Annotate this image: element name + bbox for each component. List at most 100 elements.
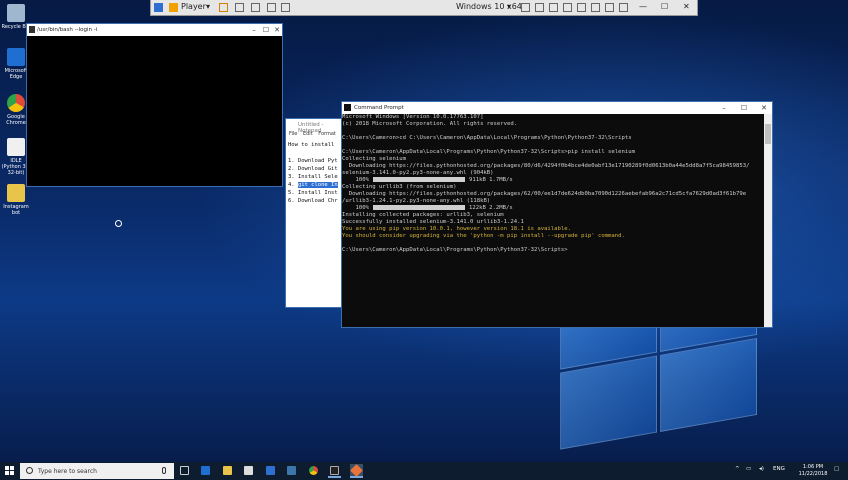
bash-terminal-area[interactable] bbox=[27, 36, 282, 186]
device-icon-1[interactable] bbox=[521, 3, 530, 12]
notifications-icon[interactable]: ▢ bbox=[834, 466, 839, 472]
minimize-icon[interactable]: – bbox=[250, 26, 258, 34]
notepad-line: How to install bbox=[288, 142, 335, 148]
chevron-up-icon[interactable]: ^ bbox=[735, 466, 740, 472]
bash-window[interactable]: /usr/bin/bash --login -i – ☐ ✕ bbox=[26, 23, 283, 187]
notepad-line: 1. Download Pyt bbox=[288, 158, 338, 164]
notepad-text-area[interactable]: How to install 1. Download Pyt 2. Download… bbox=[286, 140, 346, 206]
taskbar-python[interactable] bbox=[285, 464, 298, 478]
console-line: Installing collected packages: urllib3, … bbox=[342, 212, 504, 218]
idle-icon bbox=[7, 138, 25, 156]
scrollbar-thumb[interactable] bbox=[765, 124, 771, 144]
unity-icon[interactable] bbox=[281, 3, 290, 12]
cmd-scrollbar[interactable] bbox=[764, 114, 772, 327]
recycle-bin-icon bbox=[7, 4, 25, 22]
console-line: Successfully installed selenium-3.141.0 … bbox=[342, 219, 524, 225]
progress-bar bbox=[372, 205, 465, 210]
taskbar-mail[interactable] bbox=[264, 464, 277, 478]
network-icon[interactable]: ▭ bbox=[746, 466, 751, 472]
console-prompt-line: C:\Users\Cameron\AppData\Local\Programs\… bbox=[342, 247, 568, 253]
microphone-icon[interactable] bbox=[162, 467, 166, 474]
cmd-title: Command Prompt bbox=[354, 105, 404, 111]
cmd-icon bbox=[330, 466, 339, 475]
taskbar-git-bash[interactable] bbox=[350, 464, 363, 478]
maximize-icon[interactable]: ☐ bbox=[262, 26, 270, 34]
device-icon-4[interactable] bbox=[563, 3, 572, 12]
taskbar-search-box[interactable]: Type here to search bbox=[20, 463, 174, 479]
console-line: (c) 2018 Microsoft Corporation. All righ… bbox=[342, 121, 518, 127]
cmd-titlebar[interactable]: Command Prompt – ☐ ✕ bbox=[342, 102, 772, 114]
cortana-icon bbox=[26, 467, 33, 474]
taskbar-file-explorer[interactable] bbox=[221, 464, 234, 478]
progress-percent: 100% bbox=[355, 205, 369, 211]
minimize-icon[interactable]: – bbox=[720, 104, 728, 112]
task-view-icon bbox=[180, 466, 189, 475]
taskbar: Type here to search ^ ▭ ◂) ENG 1:06 PM 1… bbox=[0, 462, 848, 480]
notepad-line bbox=[288, 149, 344, 157]
language-indicator[interactable]: ENG bbox=[773, 466, 785, 472]
desktop-icon-instagram-bot[interactable]: Instagram bot bbox=[1, 184, 31, 216]
mail-icon bbox=[266, 466, 275, 475]
device-icon-7[interactable] bbox=[605, 3, 614, 12]
progress-stats: 911kB 1.7MB/s bbox=[468, 177, 513, 183]
search-placeholder: Type here to search bbox=[38, 468, 97, 475]
notepad-titlebar[interactable]: Untitled - Notepad bbox=[286, 119, 346, 134]
vm-name-label: Windows 10 x64 bbox=[456, 2, 522, 11]
vm-menu-icon[interactable] bbox=[154, 3, 163, 12]
chevron-down-icon[interactable]: ▾ bbox=[507, 2, 511, 11]
notepad-title: Untitled - Notepad bbox=[298, 122, 324, 134]
taskbar-clock[interactable]: 1:06 PM 11/22/2018 bbox=[795, 464, 831, 478]
folder-icon bbox=[7, 184, 25, 202]
edge-icon bbox=[7, 48, 25, 66]
taskbar-edge[interactable] bbox=[199, 464, 212, 478]
folder-icon bbox=[223, 466, 232, 475]
volume-icon[interactable]: ◂) bbox=[759, 466, 764, 472]
notepad-window[interactable]: Untitled - Notepad File Edit Format How … bbox=[285, 118, 347, 308]
taskbar-chrome[interactable] bbox=[307, 464, 320, 478]
device-icon-6[interactable] bbox=[591, 3, 600, 12]
player-menu[interactable]: Player bbox=[181, 2, 206, 11]
bash-titlebar[interactable]: /usr/bin/bash --login -i – ☐ ✕ bbox=[27, 24, 282, 36]
minimize-icon[interactable]: — bbox=[639, 2, 647, 11]
pause-icon[interactable] bbox=[219, 3, 228, 12]
console-warning-line: You should consider upgrading via the 'p… bbox=[342, 233, 625, 239]
fit-window-icon[interactable] bbox=[251, 3, 260, 12]
close-icon[interactable]: ✕ bbox=[273, 26, 281, 34]
close-icon[interactable]: ✕ bbox=[683, 2, 690, 11]
terminal-icon bbox=[29, 26, 35, 33]
player-icon[interactable] bbox=[169, 3, 178, 12]
cmd-window[interactable]: Command Prompt – ☐ ✕ Microsoft Windows [… bbox=[341, 101, 773, 328]
console-line: Collecting selenium bbox=[342, 156, 406, 162]
fullscreen-icon[interactable] bbox=[267, 3, 276, 12]
progress-percent: 100% bbox=[355, 177, 369, 183]
start-button[interactable] bbox=[5, 466, 15, 476]
menu-file[interactable]: File bbox=[289, 131, 297, 137]
device-icon-2[interactable] bbox=[535, 3, 544, 12]
device-icon-8[interactable] bbox=[619, 3, 628, 12]
chevron-down-icon[interactable]: ▾ bbox=[206, 2, 210, 11]
console-line: Downloading https://files.pythonhosted.o… bbox=[342, 191, 747, 197]
notepad-line: 6. Download Chr bbox=[288, 198, 338, 204]
console-warning-line: You are using pip version 10.0.1, howeve… bbox=[342, 226, 572, 232]
taskbar-store[interactable] bbox=[242, 464, 255, 478]
console-line: /urllib3-1.24.1-py2.py3-none-any.whl (11… bbox=[342, 198, 491, 204]
send-ctrl-alt-del-icon[interactable] bbox=[235, 3, 244, 12]
maximize-icon[interactable]: ☐ bbox=[740, 104, 748, 112]
notepad-line: 3. Install Sele bbox=[288, 174, 338, 180]
device-icon-3[interactable] bbox=[549, 3, 558, 12]
cmd-console[interactable]: Microsoft Windows [Version 10.0.17763.10… bbox=[342, 114, 764, 327]
console-line: C:\Users\Cameron\AppData\Local\Programs\… bbox=[342, 149, 635, 155]
device-icon-5[interactable] bbox=[577, 3, 586, 12]
console-line: Microsoft Windows [Version 10.0.17763.10… bbox=[342, 114, 484, 120]
clock-date: 11/22/2018 bbox=[798, 471, 828, 477]
bash-title: /usr/bin/bash --login -i bbox=[37, 27, 98, 33]
maximize-icon[interactable]: ☐ bbox=[661, 2, 668, 11]
taskbar-cmd[interactable] bbox=[328, 464, 341, 478]
task-view-button[interactable] bbox=[178, 464, 191, 478]
progress-line-2: 100% 122kB 2.2MB/s bbox=[342, 205, 764, 212]
progress-stats: 122kB 2.2MB/s bbox=[468, 205, 513, 211]
close-icon[interactable]: ✕ bbox=[760, 104, 768, 112]
